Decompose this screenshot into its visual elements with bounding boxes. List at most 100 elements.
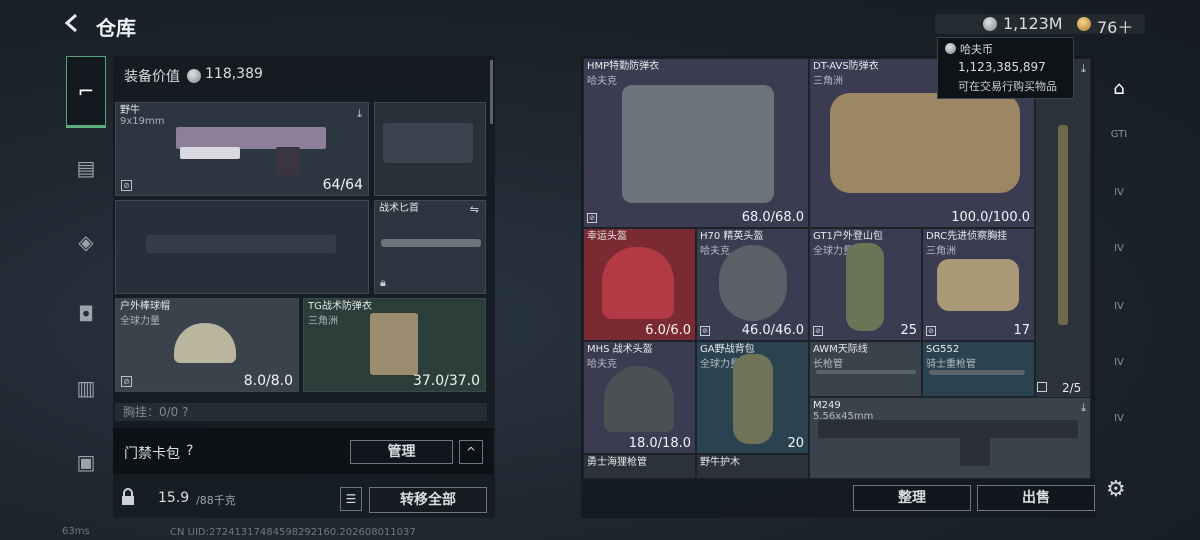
ping: 63ms	[62, 526, 90, 537]
item-brand: 长枪管	[813, 359, 843, 370]
item-name: 战术匕首	[379, 203, 419, 214]
lock-icon[interactable]	[120, 488, 136, 510]
primary-weapon-slot-2[interactable]	[115, 200, 369, 294]
no-insure-icon: ⊘	[926, 326, 936, 336]
item-brand: 哈夫克	[700, 246, 730, 257]
secondary-weapon-slot[interactable]	[374, 102, 486, 196]
stash-item[interactable]: 野牛护木	[696, 454, 809, 479]
tab-1[interactable]: GTI	[1100, 116, 1138, 152]
chest-rig-row[interactable]: 胸挂：0/0 ?	[115, 403, 487, 421]
stash-item[interactable]: HMP特勤防弹衣 哈夫克 ⊘ 68.0/68.0	[583, 58, 809, 228]
tab-2[interactable]: IV	[1100, 174, 1138, 210]
stash-item[interactable]: MHS 战术头盔 哈夫克 18.0/18.0	[583, 341, 696, 454]
gear-icon[interactable]: ⚙	[1106, 477, 1126, 502]
capacity: 25	[900, 323, 917, 338]
durability: 46.0/46.0	[741, 323, 804, 338]
nav-bag[interactable]: ◘	[66, 294, 106, 334]
stash-item[interactable]: AWM天际线 长枪管	[809, 341, 922, 397]
no-insure-icon: ⊘	[121, 180, 132, 191]
item-name: 勇士海狸枪管	[587, 457, 647, 468]
stash-tabs: ⌂ GTI IV IV IV IV IV	[1096, 56, 1142, 492]
rifle-silhouette	[146, 235, 336, 253]
weight-max: /88千克	[196, 494, 236, 507]
scrollbar[interactable]	[490, 60, 493, 124]
list-icon[interactable]: ☰	[340, 487, 362, 511]
durability: 100.0/100.0	[951, 210, 1030, 225]
durability: 6.0/6.0	[645, 323, 691, 338]
item-brand: 哈夫克	[587, 76, 617, 87]
manage-button[interactable]: 管理	[350, 440, 453, 464]
page-title: 仓库	[96, 16, 136, 40]
tab-4[interactable]: IV	[1100, 288, 1138, 324]
item-brand: 三角洲	[926, 246, 956, 257]
equipment-value: 118,389	[205, 66, 263, 82]
help-icon[interactable]: ?	[186, 443, 193, 459]
backpack-icon: ◘	[78, 302, 94, 326]
chevron-left-icon	[64, 13, 77, 33]
gun-suppressor	[180, 147, 240, 159]
money-amount[interactable]: 1,123M	[1003, 14, 1063, 33]
stash-item[interactable]: M249 5.56x45mm ⤓	[809, 397, 1091, 479]
gold-coin-icon	[1077, 17, 1091, 31]
gun-image	[176, 127, 326, 149]
stash-item[interactable]: DRC先进侦察胸挂 三角洲 ⊘ 17	[922, 228, 1035, 341]
no-insure-icon: ⊘	[813, 326, 823, 336]
durability: 37.0/37.0	[412, 373, 480, 389]
transfer-all-button[interactable]: 转移全部	[369, 487, 487, 513]
tooltip-note: 可在交易行购买物品	[958, 80, 1057, 93]
helmet-image	[604, 366, 674, 432]
left-nav: ⌐ ▤ ◈ ◘ ▥ ▣	[62, 54, 110, 504]
stash-item[interactable]: SG552 骑士重枪管	[922, 341, 1035, 397]
knife-image	[381, 239, 481, 247]
capacity: 17	[1013, 323, 1030, 338]
helmet-image	[719, 245, 787, 321]
helmet-icon: ◈	[78, 230, 94, 254]
haf-coin-icon	[983, 17, 997, 31]
stash-item[interactable]: 勇士海狸枪管	[583, 454, 696, 479]
chevron-up-icon[interactable]: ^	[459, 440, 483, 464]
tab-3[interactable]: IV	[1100, 230, 1138, 266]
briefcase-icon: ▣	[76, 450, 96, 474]
item-brand: 全球力量	[120, 316, 160, 327]
armor-image	[622, 85, 774, 203]
primary-weapon-slot[interactable]: 野牛 9x19mm ⤓ ⊘ 64/64	[115, 102, 369, 196]
item-caliber: 9x19mm	[120, 116, 165, 127]
nav-case[interactable]: ▣	[66, 442, 106, 482]
item-brand: 三角洲	[813, 76, 843, 87]
tab-5[interactable]: IV	[1100, 344, 1138, 380]
nav-armor[interactable]: ▤	[66, 148, 106, 188]
tab-home[interactable]: ⌂	[1100, 70, 1138, 106]
nav-helmet[interactable]: ◈	[66, 222, 106, 262]
tab-6[interactable]: IV	[1100, 400, 1138, 436]
uid-text: CN UID:27241317484598292160.202608011037	[170, 527, 416, 538]
cap-image	[174, 323, 236, 363]
sell-button[interactable]: 出售	[977, 485, 1095, 511]
stash-item[interactable]: GA野战背包 全球力量 20	[696, 341, 809, 454]
helmet-slot[interactable]: 户外棒球帽 全球力量 ⊘ 8.0/8.0	[115, 298, 299, 392]
stash-item[interactable]: 幸运头盔 6.0/6.0	[583, 228, 696, 341]
backpack-image	[846, 243, 884, 331]
rig-image	[937, 259, 1019, 311]
vest-image	[370, 313, 418, 375]
stash-item[interactable]: GT1户外登山包 全球力量 ⊘ 25	[809, 228, 922, 341]
nav-weapon[interactable]: ⌐	[66, 56, 106, 128]
page-indicator: 2/5	[1062, 381, 1082, 395]
item-brand: 哈夫克	[587, 359, 617, 370]
no-insure-icon: ⊘	[587, 213, 597, 223]
stash-item[interactable]: H70 精英头盔 哈夫克 ⊘ 46.0/46.0	[696, 228, 809, 341]
sort-button[interactable]: 整理	[853, 485, 971, 511]
machine-gun-grip	[960, 436, 990, 466]
gold-amount[interactable]: 76＋	[1097, 14, 1133, 38]
capacity: 20	[787, 436, 804, 451]
melee-slot[interactable]: 战术匕首 ⇋ 🔒︎	[374, 200, 486, 294]
tooltip-amount: 1,123,385,897	[958, 60, 1046, 74]
armor-image	[830, 93, 1020, 193]
armor-slot[interactable]: TG战术防弹衣 三角洲 37.0/37.0	[303, 298, 486, 392]
download-icon: ⤓	[357, 107, 362, 120]
tooltip-title: 哈夫币	[960, 43, 993, 56]
stash-item-sniper[interactable]: ⤓	[1035, 58, 1091, 398]
nav-clipboard[interactable]: ▥	[66, 368, 106, 408]
clipboard-icon: ▥	[76, 376, 96, 400]
item-name: 野牛护木	[700, 457, 740, 468]
back-button[interactable]	[62, 12, 86, 36]
